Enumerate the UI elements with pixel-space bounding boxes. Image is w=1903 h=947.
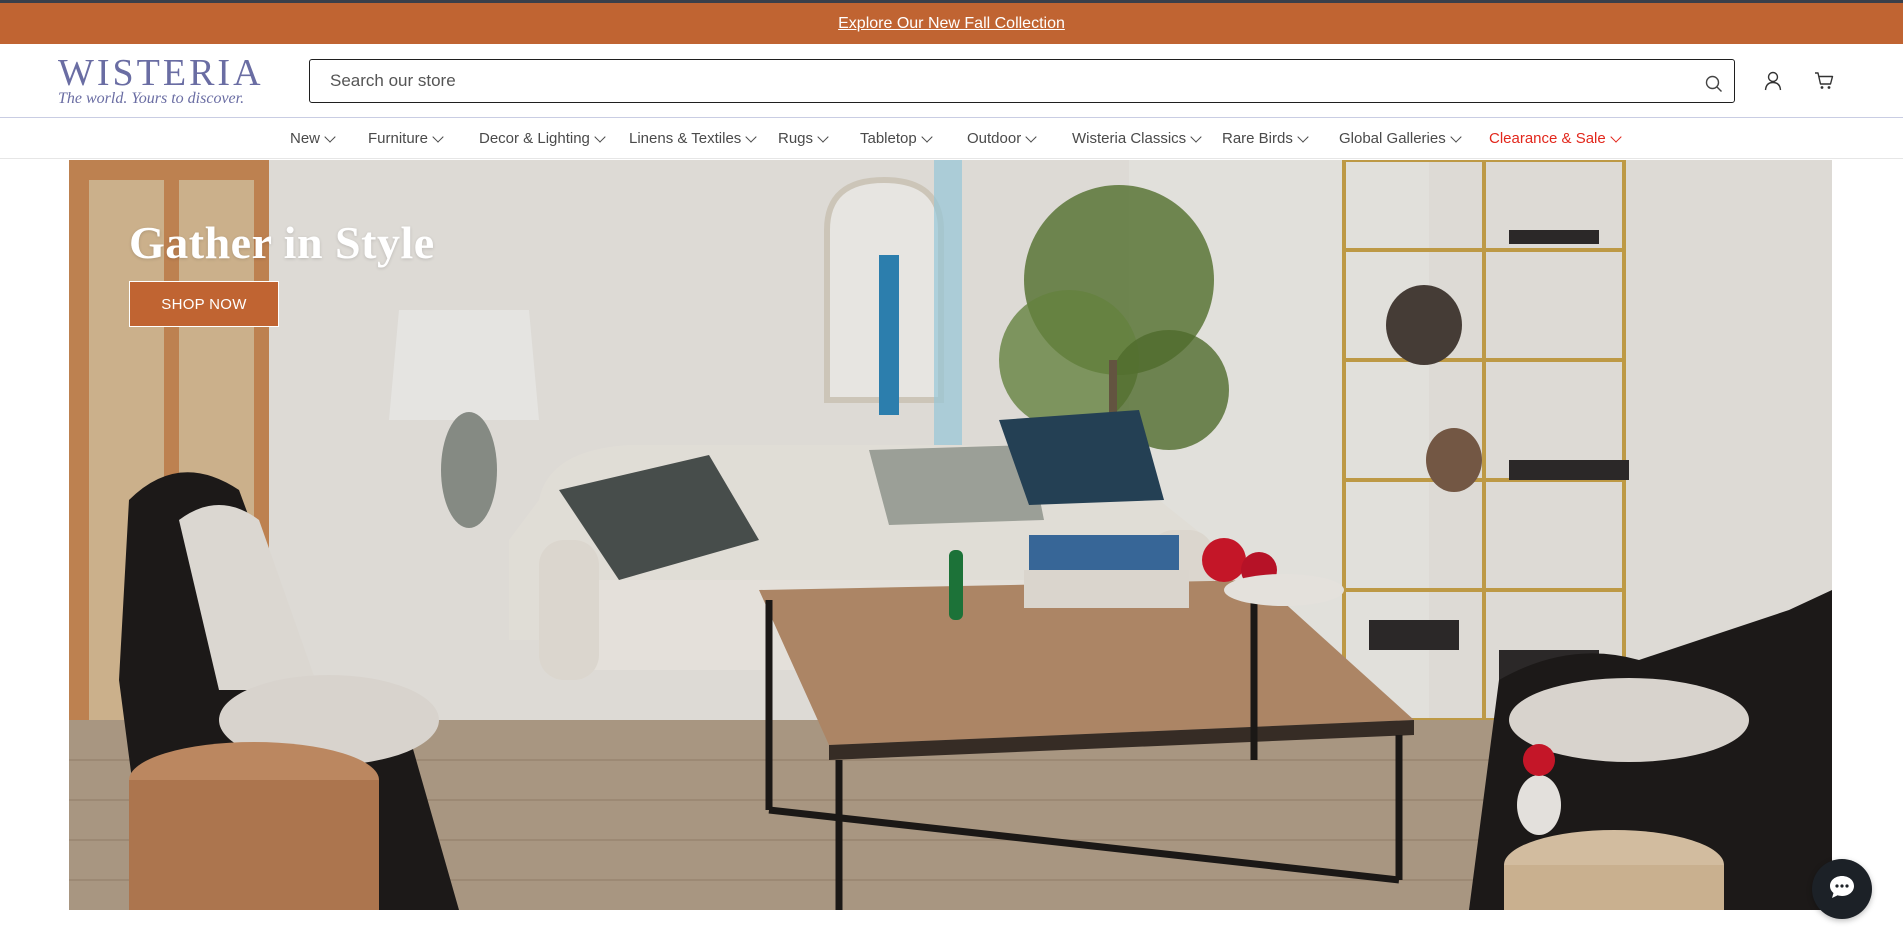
nav-item-label: Clearance & Sale	[1489, 130, 1606, 147]
user-icon[interactable]	[1760, 68, 1786, 94]
nav-item-clearance-sale[interactable]: Clearance & Sale	[1489, 118, 1622, 159]
logo[interactable]: WISTERIA The world. Yours to discover.	[58, 52, 264, 110]
nav-item-label: New	[290, 130, 321, 147]
cart-icon[interactable]	[1811, 68, 1837, 94]
search-input[interactable]	[310, 60, 1694, 102]
chat-button[interactable]	[1812, 859, 1872, 919]
promo-bar: Explore Our New Fall Collection	[0, 3, 1903, 44]
nav-item-furniture[interactable]: Furniture	[368, 118, 444, 159]
hero-banner[interactable]: Gather in Style SHOP NOW	[69, 160, 1832, 910]
nav-item-tabletop[interactable]: Tabletop	[860, 118, 933, 159]
nav-item-global-galleries[interactable]: Global Galleries	[1339, 118, 1462, 159]
nav-item-label: Wisteria Classics	[1072, 130, 1187, 147]
chevron-down-icon	[745, 130, 757, 143]
shop-now-button[interactable]: SHOP NOW	[129, 281, 279, 327]
main-nav: New Furniture Decor & Lighting Linens & …	[0, 118, 1903, 159]
chevron-down-icon	[324, 130, 336, 143]
chat-icon	[1828, 874, 1856, 905]
nav-item-label: Furniture	[368, 130, 429, 147]
nav-item-wisteria-classics[interactable]: Wisteria Classics	[1072, 118, 1202, 159]
nav-item-label: Outdoor	[967, 130, 1022, 147]
chevron-down-icon	[1610, 130, 1622, 143]
nav-item-label: Linens & Textiles	[629, 130, 742, 147]
hero-image	[69, 160, 1832, 910]
nav-item-decor-lighting[interactable]: Decor & Lighting	[479, 118, 606, 159]
search-bar	[309, 59, 1735, 103]
promo-link[interactable]: Explore Our New Fall Collection	[838, 15, 1065, 33]
nav-item-label: Tabletop	[860, 130, 917, 147]
logo-name: WISTERIA	[58, 52, 264, 94]
chevron-down-icon	[1297, 130, 1309, 143]
chevron-down-icon	[817, 130, 829, 143]
search-icon[interactable]	[1694, 64, 1734, 104]
nav-item-rugs[interactable]: Rugs	[778, 118, 829, 159]
chevron-down-icon	[1450, 130, 1462, 143]
nav-item-label: Rugs	[778, 130, 814, 147]
chevron-down-icon	[1190, 130, 1202, 143]
chevron-down-icon	[432, 130, 444, 143]
nav-item-outdoor[interactable]: Outdoor	[967, 118, 1037, 159]
chevron-down-icon	[594, 130, 606, 143]
logo-tagline: The world. Yours to discover.	[58, 90, 245, 107]
nav-item-linens-textiles[interactable]: Linens & Textiles	[629, 118, 757, 159]
chevron-down-icon	[1025, 130, 1037, 143]
nav-item-label: Global Galleries	[1339, 130, 1446, 147]
chevron-down-icon	[921, 130, 933, 143]
site-header: WISTERIA The world. Yours to discover.	[0, 44, 1903, 118]
hero-title: Gather in Style	[129, 217, 435, 268]
nav-item-rare-birds[interactable]: Rare Birds	[1222, 118, 1309, 159]
nav-item-new[interactable]: New	[290, 118, 336, 159]
nav-item-label: Decor & Lighting	[479, 130, 590, 147]
nav-item-label: Rare Birds	[1222, 130, 1293, 147]
